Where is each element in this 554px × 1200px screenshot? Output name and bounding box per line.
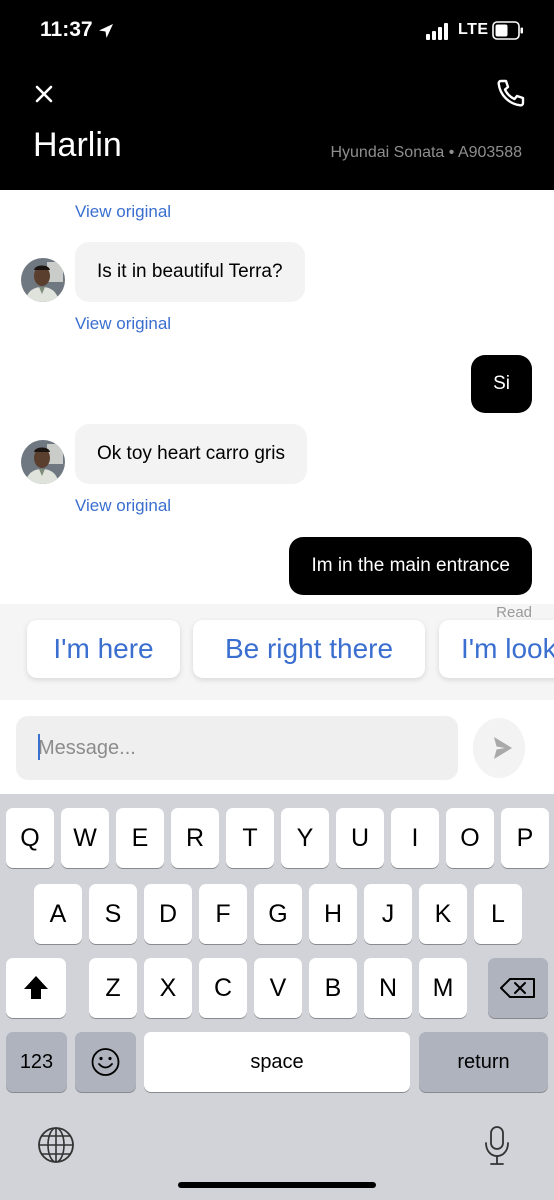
message-bubble-incoming: Ok toy heart carro gris xyxy=(75,424,307,484)
shift-key[interactable] xyxy=(6,958,66,1018)
view-original-link[interactable]: View original xyxy=(75,314,171,334)
emoji-icon xyxy=(91,1048,120,1076)
text-caret xyxy=(38,734,40,760)
chat-thread[interactable]: View original Is it in beautiful Terra? … xyxy=(0,190,554,604)
key-z[interactable]: Z xyxy=(89,958,137,1018)
key-i[interactable]: I xyxy=(391,808,439,868)
key-t[interactable]: T xyxy=(226,808,274,868)
phone-icon[interactable] xyxy=(494,76,528,110)
key-x[interactable]: X xyxy=(144,958,192,1018)
status-bar: 11:37 LTE xyxy=(0,0,554,60)
emoji-key[interactable] xyxy=(75,1032,136,1092)
quick-replies-bar: I'm here Be right there I'm looking xyxy=(0,604,554,700)
key-m[interactable]: M xyxy=(419,958,467,1018)
key-b[interactable]: B xyxy=(309,958,357,1018)
shift-icon xyxy=(24,976,48,999)
return-key[interactable]: return xyxy=(419,1032,548,1092)
status-time: 11:37 xyxy=(40,18,93,41)
view-original-link[interactable]: View original xyxy=(75,496,171,516)
key-p[interactable]: P xyxy=(501,808,549,868)
driver-avatar xyxy=(21,440,65,484)
key-g[interactable]: G xyxy=(254,884,302,944)
vehicle-info: Hyundai Sonata • A903588 xyxy=(330,144,522,161)
message-bubble-outgoing: Im in the main entrance xyxy=(289,537,532,595)
battery-icon xyxy=(492,21,523,40)
key-o[interactable]: O xyxy=(446,808,494,868)
key-v[interactable]: V xyxy=(254,958,302,1018)
close-icon[interactable] xyxy=(28,78,60,110)
signal-icon xyxy=(426,22,452,40)
header: 11:37 LTE Harlin Hyundai Sonata • A90358… xyxy=(0,0,554,190)
quick-reply-button[interactable]: Be right there xyxy=(193,620,425,678)
key-s[interactable]: S xyxy=(89,884,137,944)
key-r[interactable]: R xyxy=(171,808,219,868)
key-w[interactable]: W xyxy=(61,808,109,868)
key-n[interactable]: N xyxy=(364,958,412,1018)
network-label: LTE xyxy=(458,21,489,38)
key-l[interactable]: L xyxy=(474,884,522,944)
key-k[interactable]: K xyxy=(419,884,467,944)
quick-reply-button[interactable]: I'm looking xyxy=(439,620,554,678)
backspace-icon xyxy=(500,978,535,998)
driver-name: Harlin xyxy=(33,126,122,164)
key-a[interactable]: A xyxy=(34,884,82,944)
key-e[interactable]: E xyxy=(116,808,164,868)
home-indicator xyxy=(178,1182,376,1188)
key-j[interactable]: J xyxy=(364,884,412,944)
space-key[interactable]: space xyxy=(144,1032,410,1092)
message-composer xyxy=(0,700,554,794)
microphone-icon[interactable] xyxy=(482,1124,512,1168)
location-arrow-icon xyxy=(99,24,113,38)
key-u[interactable]: U xyxy=(336,808,384,868)
key-q[interactable]: Q xyxy=(6,808,54,868)
message-input[interactable] xyxy=(16,716,458,780)
message-bubble-incoming: Is it in beautiful Terra? xyxy=(75,242,305,302)
key-y[interactable]: Y xyxy=(281,808,329,868)
globe-icon[interactable] xyxy=(36,1125,76,1165)
key-d[interactable]: D xyxy=(144,884,192,944)
send-icon[interactable] xyxy=(473,718,525,778)
message-bubble-outgoing: Si xyxy=(471,355,532,413)
key-h[interactable]: H xyxy=(309,884,357,944)
key-c[interactable]: C xyxy=(199,958,247,1018)
key-f[interactable]: F xyxy=(199,884,247,944)
view-original-link[interactable]: View original xyxy=(75,202,171,222)
quick-reply-button[interactable]: I'm here xyxy=(27,620,180,678)
read-receipt: Read xyxy=(496,604,532,621)
driver-avatar xyxy=(21,258,65,302)
backspace-key[interactable] xyxy=(488,958,548,1018)
keyboard: Q W E R T Y U I O P A S D F G H J K L Z … xyxy=(0,794,554,1200)
numbers-key[interactable]: 123 xyxy=(6,1032,67,1092)
